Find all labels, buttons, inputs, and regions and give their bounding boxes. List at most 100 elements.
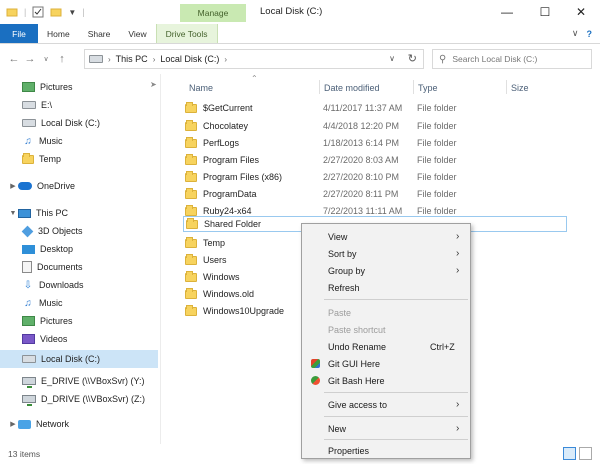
chevron-right-icon[interactable]: ▶ <box>8 420 18 428</box>
tab-share[interactable]: Share <box>79 24 120 43</box>
sidebar-item-pictures-pinned[interactable]: Pictures <box>0 78 158 96</box>
title-bar: | ▼ | Manage Local Disk (C:) — ☐ ✕ <box>0 0 600 24</box>
sidebar-item-this-pc[interactable]: ▼ This PC <box>0 204 158 222</box>
downloads-icon: ⇩ <box>23 279 33 291</box>
address-bar[interactable]: › This PC › Local Disk (C:) › ∨ ↻ <box>84 49 424 69</box>
column-divider[interactable] <box>319 80 320 94</box>
column-header-date[interactable]: Date modified <box>324 83 380 93</box>
sidebar-item-downloads[interactable]: ⇩ Downloads <box>0 276 158 294</box>
menu-item-new[interactable]: New › <box>302 420 470 437</box>
menu-item-sort-by[interactable]: Sort by › <box>302 245 470 262</box>
sidebar-item-label: Music <box>39 136 63 146</box>
menu-item-undo-rename[interactable]: Undo Rename Ctrl+Z <box>302 338 470 355</box>
menu-separator <box>324 416 468 417</box>
sort-ascending-icon: ⌃ <box>251 74 258 83</box>
tab-home[interactable]: Home <box>38 24 79 43</box>
forward-arrow-icon[interactable]: → <box>22 53 38 65</box>
sidebar-item-network[interactable]: ▶ Network <box>0 415 158 433</box>
column-headers: ⌃ Name Date modified Type Size <box>161 74 600 98</box>
sidebar-item-music-quick[interactable]: ♫ Music <box>0 132 158 150</box>
table-row[interactable]: ProgramData 2/27/2020 8:11 PM File folde… <box>185 186 595 202</box>
sidebar-item-local-disk-quick[interactable]: Local Disk (C:) <box>0 114 158 132</box>
manage-contextual-tab[interactable]: Manage <box>180 4 246 22</box>
menu-item-git-gui[interactable]: Git GUI Here <box>302 355 470 372</box>
pane-divider[interactable] <box>160 74 161 444</box>
folder-icon <box>185 270 197 282</box>
menu-item-label: Paste shortcut <box>328 324 386 335</box>
sidebar-item-d-drive-network[interactable]: D_DRIVE (\\VBoxSvr) (Z:) <box>0 390 158 408</box>
column-header-name[interactable]: Name <box>189 83 213 93</box>
column-header-size[interactable]: Size <box>511 83 529 93</box>
menu-item-group-by[interactable]: Group by › <box>302 262 470 279</box>
sidebar-item-onedrive[interactable]: ▶ OneDrive <box>0 177 158 195</box>
toolbar-divider: | <box>82 7 85 17</box>
large-icons-view-icon[interactable] <box>579 447 592 460</box>
table-row[interactable]: $GetCurrent 4/11/2017 11:37 AM File fold… <box>185 100 595 116</box>
refresh-icon[interactable]: ↻ <box>408 52 417 65</box>
expand-ribbon-icon[interactable]: ∨ <box>572 28 579 39</box>
navigation-bar: ← → ∨ ↑ › This PC › Local Disk (C:) › ∨ … <box>0 44 600 74</box>
maximize-icon[interactable]: ☐ <box>528 2 562 22</box>
tab-drive-tools[interactable]: Drive Tools <box>155 24 218 43</box>
breadcrumb-local-disk[interactable]: Local Disk (C:) <box>160 54 219 64</box>
sidebar-item-e-drive-network[interactable]: E_DRIVE (\\VBoxSvr) (Y:) <box>0 372 158 390</box>
music-icon: ♫ <box>24 135 32 147</box>
menu-item-refresh[interactable]: Refresh <box>302 279 470 296</box>
menu-item-label: Git Bash Here <box>328 375 385 386</box>
details-view-icon[interactable] <box>563 447 576 460</box>
menu-item-paste-shortcut[interactable]: Paste shortcut <box>302 321 470 338</box>
new-folder-icon[interactable] <box>50 6 62 18</box>
chevron-down-icon[interactable]: ▼ <box>8 210 18 217</box>
chevron-right-icon[interactable]: › <box>153 55 156 64</box>
submenu-arrow-icon: › <box>456 248 460 259</box>
sidebar-item-pictures[interactable]: Pictures <box>0 312 158 330</box>
back-arrow-icon[interactable]: ← <box>6 53 22 65</box>
sidebar-item-e-drive[interactable]: E:\ <box>0 96 158 114</box>
up-arrow-icon[interactable]: ↑ <box>54 53 70 65</box>
tab-view[interactable]: View <box>119 24 155 43</box>
menu-item-git-bash[interactable]: Git Bash Here <box>302 372 470 389</box>
address-dropdown-icon[interactable]: ∨ <box>389 54 395 63</box>
file-name: Program Files <box>203 155 260 165</box>
folder-icon <box>185 236 197 248</box>
sidebar-item-desktop[interactable]: Desktop <box>0 240 158 258</box>
table-row[interactable]: Program Files 2/27/2020 8:03 AM File fol… <box>185 152 595 168</box>
folder-icon[interactable] <box>6 6 18 18</box>
file-name: Shared Folder <box>204 219 262 229</box>
onedrive-icon <box>18 182 32 190</box>
sidebar-item-temp[interactable]: Temp <box>0 150 158 168</box>
sidebar-item-documents[interactable]: Documents <box>0 258 158 276</box>
minimize-icon[interactable]: — <box>490 2 524 22</box>
recent-locations-icon[interactable]: ∨ <box>38 55 54 63</box>
properties-check-icon[interactable] <box>32 6 44 18</box>
folder-icon <box>185 287 197 299</box>
pin-icon[interactable]: ➤ <box>150 80 157 89</box>
help-icon[interactable]: ? <box>587 29 593 39</box>
breadcrumb-this-pc[interactable]: This PC <box>116 54 148 64</box>
sidebar-item-local-disk[interactable]: Local Disk (C:) <box>0 350 158 368</box>
file-date: 2/27/2020 8:11 PM <box>323 189 399 199</box>
chevron-right-icon[interactable]: › <box>108 55 111 64</box>
sidebar-item-videos[interactable]: Videos <box>0 330 158 348</box>
chevron-right-icon[interactable]: ▶ <box>8 182 18 190</box>
close-icon[interactable]: ✕ <box>564 2 598 22</box>
folder-icon <box>185 204 197 216</box>
search-input[interactable]: ⚲ Search Local Disk (C:) <box>432 49 592 69</box>
table-row[interactable]: Chocolatey 4/4/2018 12:20 PM File folder <box>185 118 595 134</box>
sidebar-item-3d-objects[interactable]: 3D Objects <box>0 222 158 240</box>
column-header-type[interactable]: Type <box>418 83 438 93</box>
column-divider[interactable] <box>506 80 507 94</box>
chevron-right-icon[interactable]: › <box>224 55 227 64</box>
pictures-icon <box>22 82 35 92</box>
table-row[interactable]: Program Files (x86) 2/27/2020 8:10 PM Fi… <box>185 169 595 185</box>
menu-item-view[interactable]: View › <box>302 228 470 245</box>
sidebar-item-music[interactable]: ♫ Music <box>0 294 158 312</box>
submenu-arrow-icon: › <box>456 231 460 242</box>
network-drive-icon <box>22 395 36 406</box>
qat-dropdown-icon[interactable]: ▼ <box>68 8 76 17</box>
table-row[interactable]: PerfLogs 1/18/2013 6:14 PM File folder <box>185 135 595 151</box>
menu-item-give-access[interactable]: Give access to › <box>302 396 470 413</box>
column-divider[interactable] <box>413 80 414 94</box>
tab-file[interactable]: File <box>0 24 38 43</box>
menu-item-paste[interactable]: Paste <box>302 304 470 321</box>
